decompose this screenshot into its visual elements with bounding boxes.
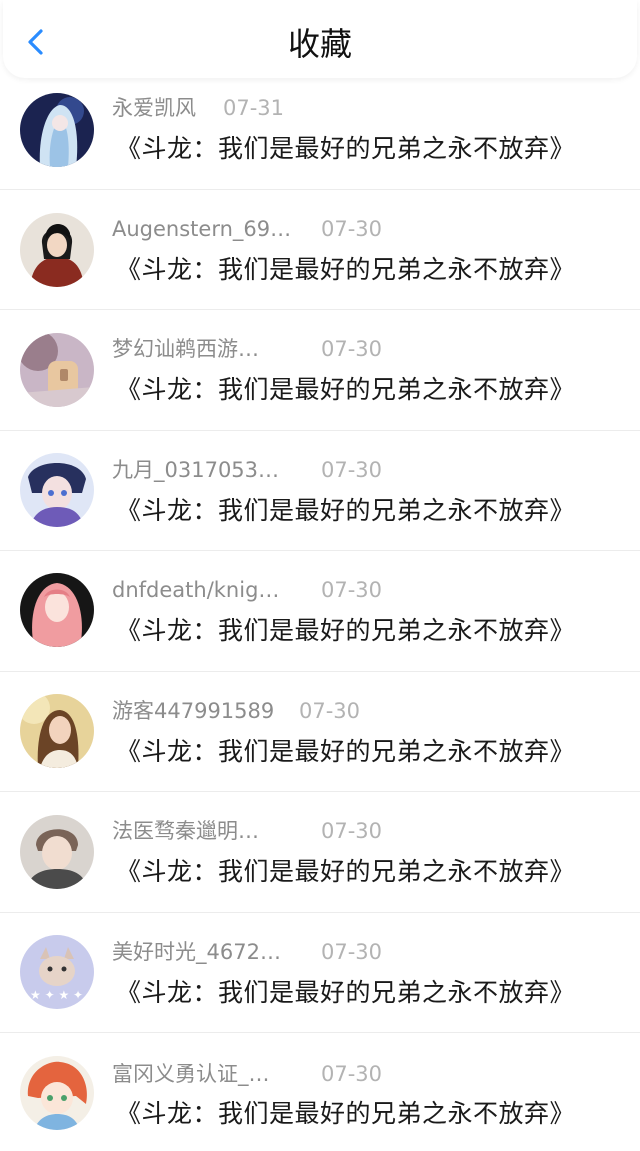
work-title[interactable]: 《斗龙：我们是最好的兄弟之永不放弃》 xyxy=(116,735,575,769)
divider xyxy=(0,550,640,551)
list-item[interactable]: 九月_0317053… 07-30 《斗龙：我们是最好的兄弟之永不放弃》 xyxy=(0,442,640,562)
anime-avatar-icon xyxy=(20,213,94,287)
username[interactable]: Augenstern_69… xyxy=(112,215,291,243)
date: 07-30 xyxy=(321,217,383,241)
avatar[interactable] xyxy=(20,573,94,647)
avatar[interactable] xyxy=(20,93,94,167)
work-title[interactable]: 《斗龙：我们是最好的兄弟之永不放弃》 xyxy=(116,976,575,1010)
date: 07-30 xyxy=(321,1062,383,1086)
favorites-page: 永爱凯风 07-31 《斗龙：我们是最好的兄弟之永不放弃》 Augenstern… xyxy=(0,0,640,1151)
username[interactable]: 梦幻讪鹈西游… xyxy=(112,335,259,363)
photo-avatar-icon xyxy=(20,694,94,768)
divider xyxy=(0,791,640,792)
divider xyxy=(0,430,640,431)
avatar[interactable] xyxy=(20,333,94,407)
anime-avatar-icon xyxy=(20,573,94,647)
divider xyxy=(0,912,640,913)
list-item[interactable]: ★ ✦ ★ ✦ 美好时光_4672… 07-30 《斗龙：我们是最好的兄弟之永不… xyxy=(0,924,640,1044)
username[interactable]: 美好时光_4672… xyxy=(112,938,281,966)
avatar[interactable] xyxy=(20,694,94,768)
work-title[interactable]: 《斗龙：我们是最好的兄弟之永不放弃》 xyxy=(116,373,575,407)
anime-avatar-icon xyxy=(20,453,94,527)
avatar[interactable] xyxy=(20,213,94,287)
date: 07-30 xyxy=(321,337,383,361)
work-title[interactable]: 《斗龙：我们是最好的兄弟之永不放弃》 xyxy=(116,253,575,287)
username[interactable]: 法医骛秦邋明… xyxy=(112,817,259,845)
cat-avatar-icon: ★ ✦ ★ ✦ xyxy=(20,935,94,1009)
date: 07-30 xyxy=(321,819,383,843)
username[interactable]: 游客447991589 xyxy=(112,697,274,725)
divider xyxy=(0,309,640,310)
date: 07-30 xyxy=(321,578,383,602)
nav-header: 收藏 xyxy=(3,0,637,78)
username[interactable]: dnfdeath/knig… xyxy=(112,576,279,604)
work-title[interactable]: 《斗龙：我们是最好的兄弟之永不放弃》 xyxy=(116,494,575,528)
divider xyxy=(0,1032,640,1033)
divider xyxy=(0,671,640,672)
page-title: 收藏 xyxy=(287,25,352,63)
work-title[interactable]: 《斗龙：我们是最好的兄弟之永不放弃》 xyxy=(116,1097,575,1131)
avatar[interactable] xyxy=(20,1056,94,1130)
username[interactable]: 富冈义勇认证_… xyxy=(112,1060,270,1088)
date: 07-30 xyxy=(321,458,383,482)
photo-avatar-icon xyxy=(20,333,94,407)
list-item[interactable]: 永爱凯风 07-31 《斗龙：我们是最好的兄弟之永不放弃》 xyxy=(0,80,640,200)
username[interactable]: 九月_0317053… xyxy=(112,456,279,484)
list-item[interactable]: 游客447991589 07-30 《斗龙：我们是最好的兄弟之永不放弃》 xyxy=(0,683,640,803)
date: 07-31 xyxy=(223,96,285,120)
work-title[interactable]: 《斗龙：我们是最好的兄弟之永不放弃》 xyxy=(116,855,575,889)
work-title[interactable]: 《斗龙：我们是最好的兄弟之永不放弃》 xyxy=(116,614,575,648)
list-item[interactable]: 富冈义勇认证_… 07-30 《斗龙：我们是最好的兄弟之永不放弃》 xyxy=(0,1044,640,1151)
date: 07-30 xyxy=(321,940,383,964)
anime-avatar-icon xyxy=(20,93,94,167)
list-item[interactable]: 梦幻讪鹈西游… 07-30 《斗龙：我们是最好的兄弟之永不放弃》 xyxy=(0,321,640,441)
list-item[interactable]: 法医骛秦邋明… 07-30 《斗龙：我们是最好的兄弟之永不放弃》 xyxy=(0,803,640,923)
photo-avatar-icon xyxy=(20,815,94,889)
date: 07-30 xyxy=(299,699,361,723)
avatar[interactable] xyxy=(20,815,94,889)
anime-avatar-icon xyxy=(20,1056,94,1130)
svg-text:★ ✦ ★ ✦: ★ ✦ ★ ✦ xyxy=(30,988,83,1002)
list-item[interactable]: dnfdeath/knig… 07-30 《斗龙：我们是最好的兄弟之永不放弃》 xyxy=(0,562,640,682)
divider xyxy=(0,189,640,190)
list-item[interactable]: Augenstern_69… 07-30 《斗龙：我们是最好的兄弟之永不放弃》 xyxy=(0,201,640,321)
username[interactable]: 永爱凯风 xyxy=(112,94,196,122)
avatar[interactable]: ★ ✦ ★ ✦ xyxy=(20,935,94,1009)
work-title[interactable]: 《斗龙：我们是最好的兄弟之永不放弃》 xyxy=(116,132,575,166)
avatar[interactable] xyxy=(20,453,94,527)
